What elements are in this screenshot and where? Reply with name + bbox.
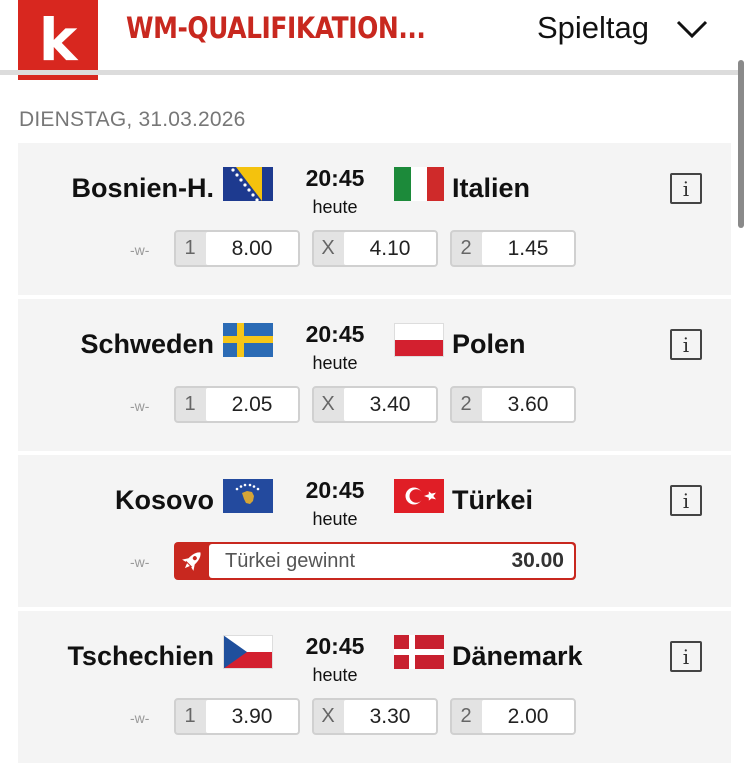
w-label: -w- [130,710,150,726]
match-card[interactable]: Schweden 20:45 heute Polen i -w- 1 2.05 … [18,299,731,451]
home-team: Bosnien-H. [71,173,214,203]
boosted-odds-value: 30.00 [511,549,564,572]
odd-home-button[interactable]: 1 2.05 [174,386,300,423]
scrollbar-thumb[interactable] [738,60,744,228]
odd-key: X [321,237,335,259]
odd-value: 2.00 [482,700,574,733]
info-icon[interactable]: i [670,485,702,516]
w-label: -w- [130,242,150,258]
odd-value: 3.60 [482,388,574,421]
odd-key: 2 [460,393,472,415]
chevron-down-icon[interactable] [675,18,709,40]
away-team: Italien [452,173,531,203]
odd-home-button[interactable]: 1 8.00 [174,230,300,267]
odd-key: 1 [184,705,196,727]
czechia-flag-icon [223,635,273,669]
odd-draw-button[interactable]: X 3.40 [312,386,438,423]
odd-key: 1 [184,393,196,415]
home-team: Schweden [80,329,214,359]
kickoff-day: heute [312,353,358,373]
odd-draw-button[interactable]: X 4.10 [312,230,438,267]
odd-value: 2.05 [206,388,298,421]
app-header: k WM-QUALIFIKATION... Spieltag [0,0,750,80]
odd-key: X [321,705,335,727]
poland-flag-icon [394,323,444,357]
match-card[interactable]: Kosovo 20:45 heute Türkei i -w- Türkei g… [18,455,731,607]
boosted-odds-label: Türkei gewinnt [225,550,356,572]
turkey-flag-icon [394,479,444,513]
odd-away-button[interactable]: 2 1.45 [450,230,576,267]
w-label: -w- [130,398,150,414]
kickoff-day: heute [312,509,358,529]
kickoff-time: 20:45 [305,321,365,347]
odd-key: 1 [184,237,196,259]
kicker-logo[interactable]: k [18,0,98,80]
rocket-icon [182,552,201,571]
match-card[interactable]: Bosnien-H. 20:45 heute Italien i -w- 1 8… [18,143,731,295]
odd-value: 3.40 [344,388,436,421]
date-label: DIENSTAG, 31.03.2026 [19,108,246,131]
kickoff-time: 20:45 [305,477,365,503]
header-divider [0,70,738,75]
view-selector-label[interactable]: Spieltag [537,10,649,46]
kosovo-flag-icon [223,479,273,513]
kickoff-time: 20:45 [305,633,365,659]
boosted-odds-button[interactable]: Türkei gewinnt 30.00 [174,542,576,580]
kickoff-time: 20:45 [305,165,365,191]
info-icon[interactable]: i [670,173,702,204]
odd-key: X [321,393,335,415]
bosnia-flag-icon [223,167,273,201]
home-team: Tschechien [67,641,214,671]
odd-home-button[interactable]: 1 3.90 [174,698,300,735]
competition-title[interactable]: WM-QUALIFIKATION... [126,11,426,45]
sweden-flag-icon [223,323,273,357]
odd-value: 8.00 [206,232,298,265]
odd-value: 4.10 [344,232,436,265]
info-icon[interactable]: i [670,329,702,360]
home-team: Kosovo [114,485,214,515]
away-team: Dänemark [452,641,583,671]
odd-value: 3.30 [344,700,436,733]
odd-value: 1.45 [482,232,574,265]
odd-draw-button[interactable]: X 3.30 [312,698,438,735]
kickoff-day: heute [312,665,358,685]
boosted-odds-body: Türkei gewinnt 30.00 [209,544,574,578]
w-label: -w- [130,554,150,570]
away-team: Polen [452,329,526,359]
odd-value: 3.90 [206,700,298,733]
odd-away-button[interactable]: 2 2.00 [450,698,576,735]
kickoff-day: heute [312,197,358,217]
odd-key: 2 [460,705,472,727]
odd-away-button[interactable]: 2 3.60 [450,386,576,423]
denmark-flag-icon [394,635,444,669]
match-card[interactable]: Tschechien 20:45 heute Dänemark i -w- 1 … [18,611,731,763]
odd-key: 2 [460,237,472,259]
away-team: Türkei [452,485,534,515]
italy-flag-icon [394,167,444,201]
info-icon[interactable]: i [670,641,702,672]
